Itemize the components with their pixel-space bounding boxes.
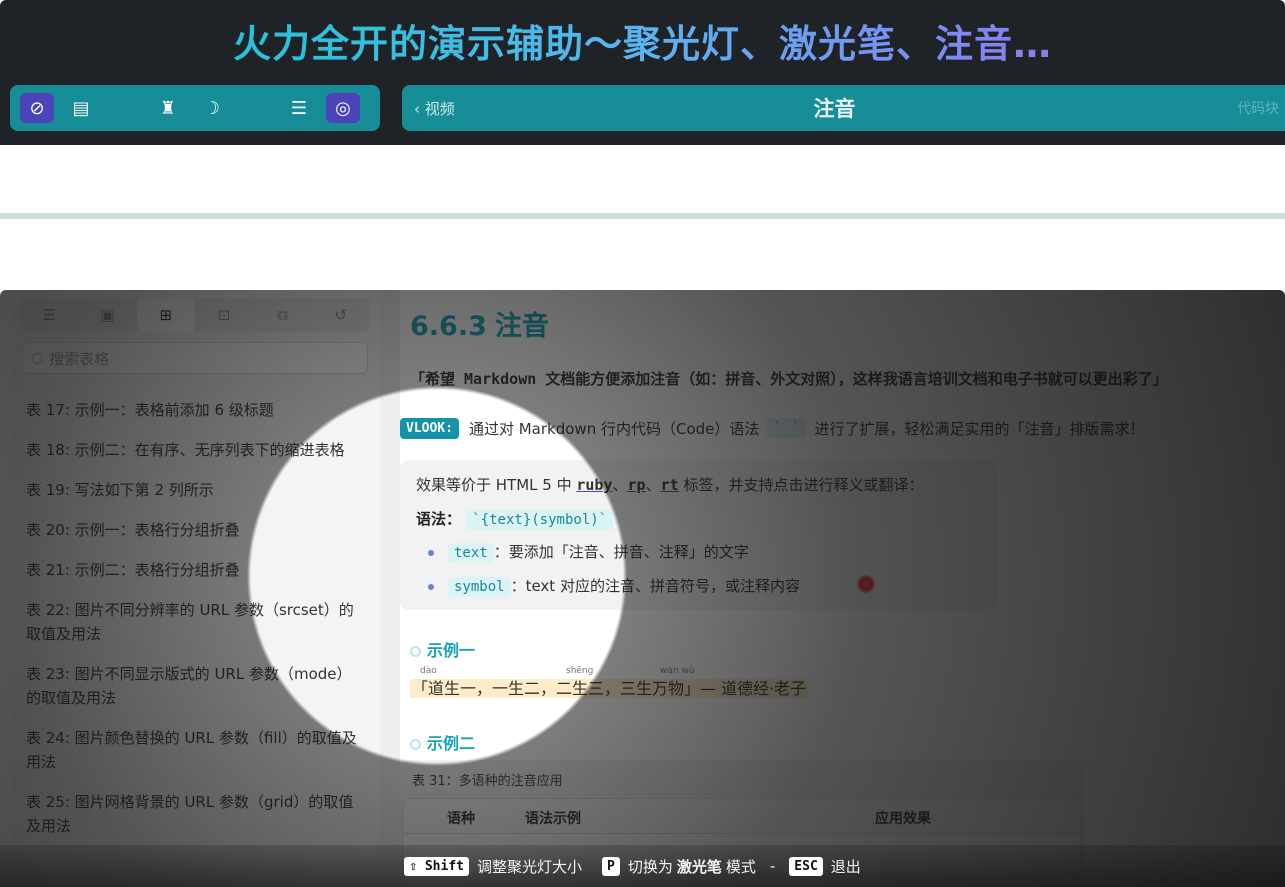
document-content: 6.6.3 注音 「希望 Markdown 文档能方便添加注音（如：拼音、外文对照…: [400, 290, 1285, 887]
search-input[interactable]: ○ 搜索表格: [22, 342, 368, 374]
sidebar: ☰ ▣ ⊞ ⊡ ⧉ ↺ ○ 搜索表格 表 17: 示例一：表格前添加 6 级标题…: [12, 290, 380, 887]
search-icon: ○: [31, 350, 44, 366]
toc-icon[interactable]: ☰: [282, 93, 316, 123]
table-list-item[interactable]: 表 17: 示例一：表格前添加 6 级标题: [26, 398, 366, 422]
divider: [0, 213, 1285, 219]
bullet-text: text ：要添加「注音、拼音、注释」的文字: [428, 541, 749, 563]
search-placeholder: 搜索表格: [49, 349, 110, 368]
intro-text-a: 通过对 Markdown 行内代码（Code）语法: [468, 419, 760, 438]
shift-key: ⇧ Shift: [404, 856, 469, 876]
quote-text: 「希望 Markdown 文档能方便添加注音（如：拼音、外文对照），这样我语言培…: [410, 370, 1168, 388]
banner-title: 火力全开的演示辅助～聚光灯、激光笔、注音…: [233, 13, 1052, 68]
example-1-title: 示例一: [410, 637, 475, 661]
syntax-code: `{text}(symbol)`: [466, 510, 614, 530]
tag-rp: rp: [627, 476, 646, 494]
banner-title-bar: 火力全开的演示辅助～聚光灯、激光笔、注音…: [0, 0, 1285, 80]
theme-icon[interactable]: ♜: [151, 93, 185, 123]
table-list-item[interactable]: 表 19: 写法如下第 2 列所示: [26, 478, 366, 502]
next-link[interactable]: 代码块: [1215, 98, 1285, 118]
dark-mode-icon[interactable]: ☽: [195, 93, 229, 123]
laser-pointer-dot: [857, 575, 875, 593]
table-caption: 表 31：多语种的注音应用: [412, 774, 563, 789]
sidebar-separator[interactable]: [380, 290, 400, 887]
esc-hint: 退出: [830, 857, 861, 876]
circle-icon: [410, 739, 421, 750]
p-hint-b: 激光笔: [676, 857, 722, 876]
table-list-item[interactable]: 表 21: 示例二：表格行分组折叠: [26, 558, 366, 582]
bullet-desc-symbol: ：text 对应的注音、拼音符号，或注释内容: [510, 577, 800, 595]
bullet-symbol: symbol ：text 对应的注音、拼音符号，或注释内容: [428, 575, 800, 597]
inline-code: ` `: [767, 418, 807, 438]
sidebar-tabs: ☰ ▣ ⊞ ⊡ ⧉ ↺: [20, 298, 370, 332]
intro-line: VLOOK: 通过对 Markdown 行内代码（Code）语法 ` ` 进行了…: [400, 415, 1144, 441]
app-window: ☰ ▣ ⊞ ⊡ ⧉ ↺ ○ 搜索表格 表 17: 示例一：表格前添加 6 级标题…: [0, 290, 1285, 887]
table-list-item[interactable]: 表 20: 示例一：表格行分组折叠: [26, 518, 366, 542]
vlook-badge: VLOOK:: [400, 417, 459, 439]
spotlight-toggle-icon[interactable]: ⊘: [20, 93, 54, 123]
p-hint-a: 切换为: [627, 857, 673, 876]
syntax-line: 语法： `{text}(symbol)`: [416, 508, 614, 530]
bullet-code-text: text: [448, 543, 494, 563]
column-header[interactable]: 语法示例: [525, 808, 581, 828]
table-list-item[interactable]: 表 23: 图片不同显示版式的 URL 参数（mode）的取值及用法: [26, 662, 366, 710]
bullet-code-symbol: symbol: [448, 577, 511, 597]
mini-toolbar: ⊘ ▤ ♜ ☽ ☰ ◎: [10, 85, 380, 131]
example-2-label: 示例二: [427, 734, 476, 753]
tag-rt: rt: [660, 476, 679, 494]
mini-doc-header: ‹ 视频 注音 代码块: [402, 85, 1285, 131]
tab-history-icon[interactable]: ↺: [312, 298, 370, 332]
section-title: 注音: [494, 311, 549, 342]
hint-dash: -: [769, 857, 776, 875]
tag-ruby: ruby: [576, 476, 613, 494]
print-icon[interactable]: ▤: [64, 93, 98, 123]
target-icon[interactable]: ◎: [326, 93, 360, 123]
example-2-title: 示例二: [410, 730, 475, 754]
table-list-item[interactable]: 表 22: 图片不同分辨率的 URL 参数（srcset）的取值及用法: [26, 598, 366, 646]
table-list-item[interactable]: 表 18: 示例二：在有序、无序列表下的缩进表格: [26, 438, 366, 462]
tab-media-icon[interactable]: ⊡: [195, 298, 253, 332]
banner: 火力全开的演示辅助～聚光灯、激光笔、注音… ⊘ ▤ ♜ ☽ ☰ ◎ ‹ 视频 注…: [0, 0, 1285, 145]
table-header: 语种 语法示例 应用效果: [402, 798, 1082, 834]
section-heading: 6.6.3 注音: [410, 304, 549, 343]
p-key: P: [602, 856, 620, 876]
equivalent-text-b: 标签，并支持点击进行释义或翻译：: [683, 476, 924, 494]
ruby-sentence[interactable]: 「道生一，一生二，二生三，三生万物」— 道德经·老子: [410, 679, 809, 698]
table-list-item[interactable]: 表 24: 图片颜色替换的 URL 参数（fill）的取值及用法: [26, 726, 366, 774]
shift-hint: 调整聚光灯大小: [476, 857, 582, 876]
section-number: 6.6.3: [410, 311, 487, 342]
table-list: 表 17: 示例一：表格前添加 6 级标题 表 18: 示例二：在有序、无序列表…: [26, 398, 366, 854]
example-1-label: 示例一: [427, 641, 476, 660]
column-header[interactable]: 语种: [447, 808, 475, 828]
table-list-item[interactable]: 表 25: 图片网格背景的 URL 参数（grid）的取值及用法: [26, 790, 366, 838]
tab-code-icon[interactable]: ⧉: [253, 298, 311, 332]
tab-toc-icon[interactable]: ☰: [20, 298, 78, 332]
equivalent-line: 效果等价于 HTML 5 中 ruby、rp、rt 标签，并支持点击进行释义或翻…: [416, 476, 924, 494]
bullet-dot: [428, 549, 434, 556]
tab-images-icon[interactable]: ▣: [78, 298, 136, 332]
p-hint-c: 模式: [725, 857, 756, 876]
esc-key: ESC: [789, 856, 823, 876]
ruby-example-sentence: 「道生一，一生二，二生三，三生万物」— 道德经·老子: [410, 675, 809, 699]
intro-text-b: 进行了扩展，轻松满足实用的「注音」排版需求！: [814, 419, 1145, 438]
column-header[interactable]: 应用效果: [875, 808, 931, 828]
mini-header-title: 注音: [813, 97, 856, 121]
syntax-label: 语法：: [416, 510, 462, 528]
bullet-desc-text: ：要添加「注音、拼音、注释」的文字: [493, 543, 749, 561]
bullet-dot: [428, 583, 434, 590]
tab-tables-icon[interactable]: ⊞: [136, 298, 195, 332]
info-box: 效果等价于 HTML 5 中 ruby、rp、rt 标签，并支持点击进行释义或翻…: [400, 460, 998, 610]
hint-content: ⇧ Shift 调整聚光灯大小 P 切换为 激光笔 模式 - ESC 退出: [404, 856, 861, 877]
spotlight-hint-bar: ⇧ Shift 调整聚光灯大小 P 切换为 激光笔 模式 - ESC 退出: [0, 845, 1285, 887]
equivalent-text-a: 效果等价于 HTML 5 中: [416, 476, 572, 494]
circle-icon: [410, 646, 421, 657]
